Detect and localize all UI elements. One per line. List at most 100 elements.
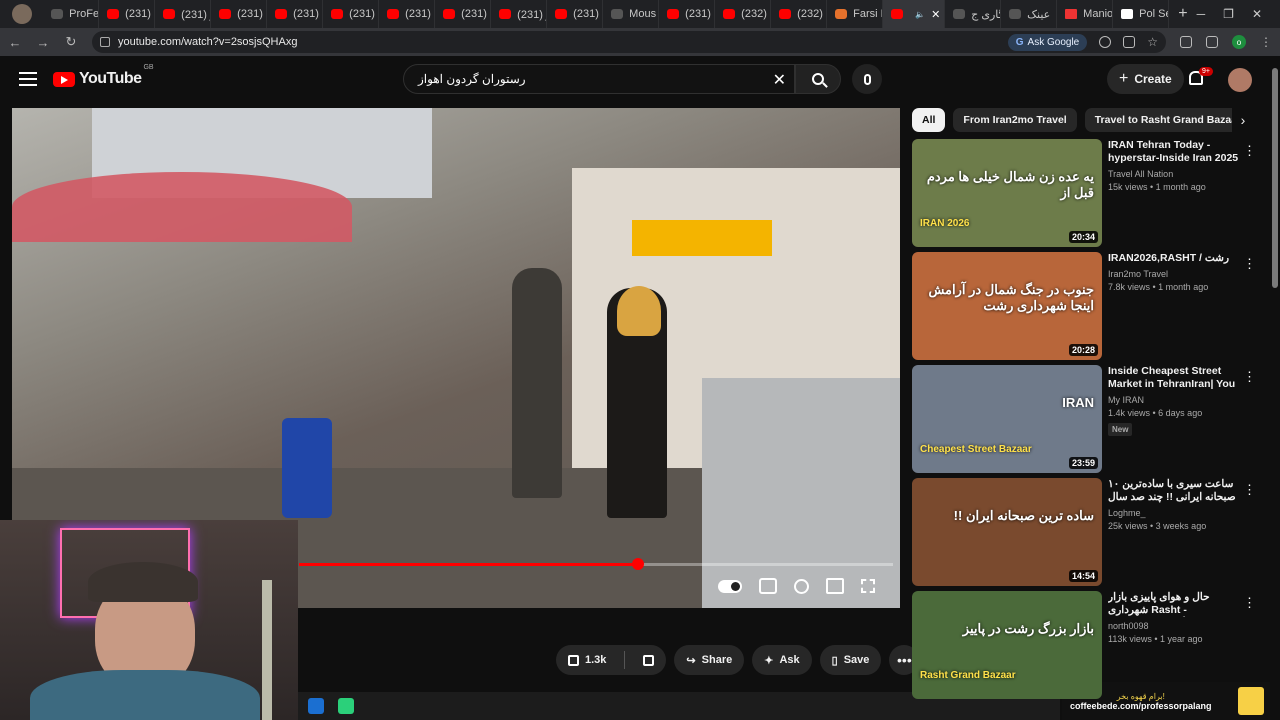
browser-tab[interactable]: Mous (603, 0, 660, 28)
more-options-icon[interactable]: ⋮ (1243, 595, 1256, 611)
progress-bar[interactable] (299, 558, 893, 570)
ask-google-button[interactable]: G Ask Google (1007, 33, 1088, 51)
tab-close-icon[interactable]: ✕ (931, 8, 940, 21)
theater-mode-icon[interactable] (826, 578, 844, 594)
youtube-play-icon (53, 71, 75, 87)
tab-label: (231) (237, 8, 263, 20)
recommendation-card[interactable]: ساده ترین صبحانه ایران !! 14:54 ۱۰ ساعت سی… (912, 478, 1262, 586)
share-button[interactable]: ↪ Share (674, 645, 745, 675)
browser-tab[interactable]: عینک (1001, 0, 1058, 28)
browser-tab[interactable]: (231) ز (155, 0, 212, 28)
site-info-icon[interactable] (100, 37, 110, 47)
bookmark-star-icon[interactable]: ☆ (1147, 35, 1158, 49)
like-button[interactable]: 1.3k (556, 645, 618, 675)
channel-name[interactable]: Iran2mo Travel (1108, 269, 1242, 279)
create-button[interactable]: + Create (1107, 64, 1184, 94)
browser-tab[interactable]: گاری ج (945, 0, 1002, 28)
autoplay-toggle[interactable] (718, 579, 742, 593)
filter-chip[interactable]: Travel to Rasht Grand Bazaar (1084, 108, 1252, 132)
video-thumbnail[interactable]: جنوب در جنگ شمال در آرامش اینجا شهرداری … (912, 252, 1102, 360)
recommendation-title[interactable]: Inside Cheapest Street Market in TehranI… (1108, 365, 1242, 391)
extensions-icon[interactable] (1180, 36, 1192, 48)
browser-tab[interactable]: (231) T (323, 0, 380, 28)
recommendation-card[interactable]: IRAN Cheapest Street Bazaar 23:59 Inside Ch… (912, 365, 1262, 473)
browser-tab[interactable]: 🔈 ✕ (883, 0, 946, 28)
search-query: رستوران گردون اهواز (418, 72, 526, 86)
browser-profile-avatar[interactable] (0, 0, 43, 28)
youtube-logo[interactable]: YouTube GB (53, 64, 154, 88)
channel-name[interactable]: Loghme_ (1108, 508, 1242, 518)
browser-tab[interactable]: (231) I (435, 0, 492, 28)
profile-icon[interactable]: o (1232, 35, 1246, 49)
recommendation-title[interactable]: حال و هوای پاییزی بازار شهرداری Rasht - … (1108, 591, 1242, 617)
recommendation-card[interactable]: یه عده زن شمال خیلی ها مردم قبل از IRAN 2… (912, 139, 1262, 247)
video-thumbnail[interactable]: ساده ترین صبحانه ایران !! 14:54 (912, 478, 1102, 586)
fullscreen-icon[interactable] (861, 579, 875, 593)
scrollbar-thumb[interactable] (1272, 68, 1278, 288)
forward-icon[interactable]: → (36, 35, 50, 50)
channel-name[interactable]: north0098 (1108, 621, 1242, 631)
steam-icon[interactable] (308, 698, 324, 714)
settings-gear-icon[interactable] (794, 578, 809, 594)
browser-tab[interactable]: Manio (1057, 0, 1114, 28)
clear-search-icon[interactable]: ✕ (773, 70, 786, 90)
app-icon[interactable] (338, 698, 354, 714)
browser-tab[interactable]: (231) T (99, 0, 156, 28)
dislike-button[interactable] (631, 645, 666, 675)
related-chips: All From Iran2mo Travel Travel to Rasht Gr… (912, 108, 1257, 132)
more-options-icon[interactable]: ⋮ (1243, 143, 1256, 159)
voice-search-button[interactable] (852, 64, 882, 94)
recommendation-title[interactable]: ۱۰ ساعت سیری با ساده‌ترین صبحانه ایرانی … (1108, 478, 1242, 504)
subtitles-icon[interactable] (759, 578, 777, 594)
browser-tab[interactable]: Farsi K (827, 0, 884, 28)
video-thumbnail[interactable]: یه عده زن شمال خیلی ها مردم قبل از IRAN 2… (912, 139, 1102, 247)
restore-icon[interactable]: ❐ (1223, 7, 1234, 21)
progress-scrubber[interactable] (631, 558, 644, 570)
save-button[interactable]: ▯ Save (819, 645, 882, 675)
filter-chip[interactable]: From Iran2mo Travel (953, 108, 1077, 132)
reload-icon[interactable]: ↻ (64, 34, 78, 50)
close-window-icon[interactable]: ✕ (1252, 7, 1262, 21)
browser-tab[interactable]: Pol Sel (1113, 0, 1170, 28)
browser-tab[interactable]: (231) ز (491, 0, 548, 28)
more-options-icon[interactable]: ⋮ (1243, 256, 1256, 272)
browser-tab[interactable]: (231) (211, 0, 268, 28)
video-thumbnail[interactable]: بازار بزرگ رشت در پاییز Rasht Grand Bazaa… (912, 591, 1102, 699)
browser-tab[interactable]: (231) T (267, 0, 324, 28)
minimize-icon[interactable]: ─ (1197, 7, 1206, 21)
tab-favicon-icon (331, 9, 344, 19)
browser-tab[interactable]: (231) ( (379, 0, 436, 28)
recommendation-card[interactable]: بازار بزرگ رشت در پاییز Rasht Grand Bazaa… (912, 591, 1262, 699)
browser-tab[interactable]: (231) I (659, 0, 716, 28)
zoom-icon[interactable] (1099, 36, 1112, 48)
recommendation-title[interactable]: IRAN Tehran Today - hyperstar-Inside Ira… (1108, 139, 1242, 165)
browser-tab[interactable]: (232) I (715, 0, 772, 28)
back-icon[interactable]: ← (8, 35, 22, 50)
search-input[interactable]: رستوران گردون اهواز ✕ (403, 64, 795, 94)
tab-audio-icon[interactable]: 🔈 (915, 10, 925, 19)
search-button[interactable] (795, 64, 841, 94)
browser-tab[interactable]: (231) (547, 0, 604, 28)
new-badge: New (1108, 423, 1133, 436)
tab-favicon-icon (1121, 9, 1134, 19)
recommendation-card[interactable]: جنوب در جنگ شمال در آرامش اینجا شهرداری … (912, 252, 1262, 360)
chip-next-chevron-icon[interactable]: › (1232, 108, 1254, 132)
channel-name[interactable]: My IRAN (1108, 395, 1242, 405)
page-scrollbar[interactable] (1270, 56, 1280, 720)
filter-chip[interactable]: All (912, 108, 946, 132)
browser-tab[interactable]: (232) I (771, 0, 828, 28)
more-options-icon[interactable]: ⋮ (1243, 369, 1256, 385)
cast-icon[interactable] (1123, 36, 1136, 48)
omnibox[interactable]: youtube.com/watch?v=2sosjsQHAxg G Ask Goo… (92, 31, 1166, 53)
more-options-icon[interactable]: ⋮ (1243, 482, 1256, 498)
browser-menu-icon[interactable]: ⋮ (1260, 35, 1272, 49)
video-thumbnail[interactable]: IRAN Cheapest Street Bazaar 23:59 (912, 365, 1102, 473)
recommendation-title[interactable]: IRAN2026,RASHT / رشت (1108, 252, 1242, 265)
menu-icon[interactable] (19, 72, 37, 86)
account-avatar[interactable] (1228, 68, 1252, 92)
channel-name[interactable]: Travel All Nation (1108, 169, 1242, 179)
reading-list-icon[interactable] (1206, 36, 1218, 48)
browser-tab[interactable]: ProFe (43, 0, 100, 28)
ask-button[interactable]: ✦ Ask (752, 645, 812, 675)
new-tab-button[interactable]: + (1169, 5, 1196, 23)
